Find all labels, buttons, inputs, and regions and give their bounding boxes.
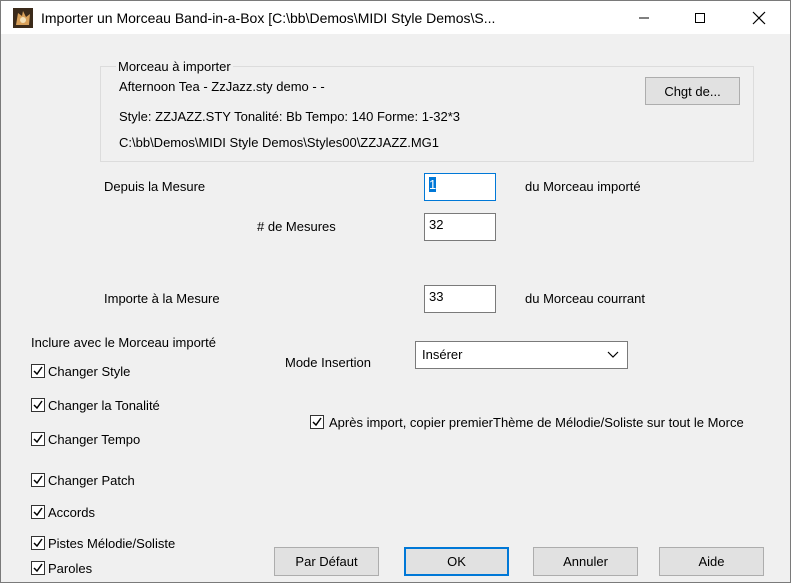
source-song-title: Afternoon Tea - ZzJazz.sty demo - - <box>119 79 325 94</box>
num-bars-input[interactable]: 32 <box>424 213 496 241</box>
import-at-bar-suffix: du Morceau courrant <box>525 291 645 306</box>
maximize-icon <box>695 12 705 23</box>
include-option-label: Changer Patch <box>48 473 135 488</box>
help-button[interactable]: Aide <box>659 547 764 576</box>
insert-mode-value: Insérer <box>422 347 463 362</box>
insert-mode-select[interactable]: Insérer <box>415 341 628 369</box>
defaults-button[interactable]: Par Défaut <box>274 547 379 576</box>
change-song-button[interactable]: Chgt de... <box>645 77 740 105</box>
import-song-dialog: Importer un Morceau Band-in-a-Box [C:\bb… <box>0 0 791 583</box>
from-bar-value: 1 <box>429 177 437 192</box>
checkmark-icon <box>33 538 43 548</box>
minimize-button[interactable] <box>621 1 667 34</box>
checkmark-icon <box>33 563 43 573</box>
num-bars-label: # de Mesures <box>257 219 336 234</box>
include-option-label: Changer Style <box>48 364 131 379</box>
close-button[interactable] <box>736 1 782 34</box>
insert-mode-label: Mode Insertion <box>285 355 371 370</box>
chevron-down-icon <box>607 351 619 358</box>
include-option-checkbox[interactable] <box>31 398 45 412</box>
include-option-label: Accords <box>48 505 95 520</box>
include-legend: Inclure avec le Morceau importé <box>31 335 216 350</box>
include-option-label: Pistes Mélodie/Soliste <box>48 536 176 551</box>
checkmark-icon <box>33 366 43 376</box>
close-icon <box>752 11 766 24</box>
include-option-label: Changer Tempo <box>48 432 141 447</box>
minimize-icon <box>639 17 649 18</box>
checkmark-icon <box>33 507 43 517</box>
from-bar-label: Depuis la Mesure <box>104 179 206 194</box>
include-option-checkbox[interactable] <box>31 364 45 378</box>
include-option-label: Changer la Tonalité <box>48 398 160 413</box>
import-at-bar-input[interactable]: 33 <box>424 285 496 313</box>
include-option-checkbox[interactable] <box>31 473 45 487</box>
checkmark-icon <box>33 475 43 485</box>
source-song-details: Style: ZZJAZZ.STY Tonalité: Bb Tempo: 14… <box>119 109 461 124</box>
include-option-checkbox[interactable] <box>31 505 45 519</box>
checkmark-icon <box>312 417 322 427</box>
ok-button[interactable]: OK <box>404 547 509 576</box>
copy-theme-checkbox[interactable] <box>310 415 324 429</box>
include-option-checkbox[interactable] <box>31 432 45 446</box>
cancel-button[interactable]: Annuler <box>533 547 638 576</box>
window-title: Importer un Morceau Band-in-a-Box [C:\bb… <box>41 10 496 26</box>
num-bars-value: 32 <box>429 217 444 232</box>
copy-theme-label: Après import, copier premierThème de Mél… <box>329 415 744 430</box>
source-song-legend: Morceau à importer <box>116 59 233 74</box>
import-at-bar-value: 33 <box>429 289 444 304</box>
band-in-a-box-app-icon <box>13 8 33 28</box>
from-bar-suffix: du Morceau importé <box>525 179 641 194</box>
from-bar-input[interactable]: 1 <box>424 173 496 201</box>
include-option-checkbox[interactable] <box>31 561 45 575</box>
import-at-bar-label: Importe à la Mesure <box>104 291 220 306</box>
include-option-label: Paroles <box>48 561 93 576</box>
include-option-checkbox[interactable] <box>31 536 45 550</box>
checkmark-icon <box>33 434 43 444</box>
checkmark-icon <box>33 400 43 410</box>
maximize-button[interactable] <box>677 1 723 34</box>
source-song-path: C:\bb\Demos\MIDI Style Demos\Styles00\ZZ… <box>119 135 440 150</box>
title-bar: Importer un Morceau Band-in-a-Box [C:\bb… <box>1 1 790 34</box>
